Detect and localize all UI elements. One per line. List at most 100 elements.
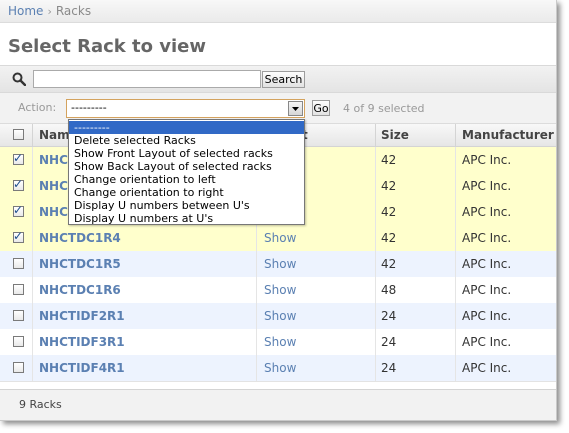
rack-name-link[interactable]: NHC: [39, 153, 68, 167]
action-select-value: ---------: [71, 101, 107, 114]
column-divider: [32, 355, 33, 381]
column-divider: [375, 251, 376, 277]
action-option[interactable]: Change orientation to right: [69, 186, 304, 199]
action-option[interactable]: ---------: [69, 121, 304, 134]
column-header-name[interactable]: Nam: [39, 128, 70, 142]
column-divider: [375, 225, 376, 251]
rack-size: 48: [381, 283, 397, 297]
admin-window: Home › Racks Select Rack to view Search Ac…: [0, 0, 557, 421]
show-layout-link[interactable]: Show: [264, 257, 296, 271]
rack-name-link[interactable]: NHCTDC1R4: [39, 231, 121, 245]
column-divider: [455, 251, 456, 277]
rack-name-link[interactable]: NHCTIDF2R1: [39, 309, 125, 323]
rack-size: 42: [381, 231, 397, 245]
rack-manufacturer: APC Inc.: [462, 205, 512, 219]
column-divider: [455, 147, 456, 173]
table-row: ✓ NHCTDC1R4 Show 42 APC Inc.: [0, 225, 556, 252]
rack-manufacturer: APC Inc.: [462, 257, 512, 271]
column-divider: [32, 124, 33, 146]
rack-size: 42: [381, 153, 397, 167]
breadcrumb-home-link[interactable]: Home: [8, 4, 43, 18]
column-divider: [455, 329, 456, 355]
column-divider: [256, 329, 257, 355]
row-checkbox[interactable]: [13, 362, 24, 373]
column-divider: [256, 251, 257, 277]
action-option[interactable]: Display U numbers at U's: [69, 212, 304, 225]
column-header-size[interactable]: Size: [381, 128, 409, 142]
column-divider: [256, 225, 257, 251]
column-divider: [32, 277, 33, 303]
action-option[interactable]: Delete selected Racks: [69, 134, 304, 147]
checkmark-icon: ✓: [13, 229, 24, 243]
rack-size: 42: [381, 179, 397, 193]
table-row: NHCTDC1R6 Show 48 APC Inc.: [0, 277, 556, 304]
rack-manufacturer: APC Inc.: [462, 283, 512, 297]
show-layout-link[interactable]: Show: [264, 231, 296, 245]
select-all-checkbox[interactable]: [13, 129, 24, 140]
row-checkbox[interactable]: [13, 336, 24, 347]
row-checkbox[interactable]: [13, 284, 24, 295]
row-checkbox[interactable]: [13, 310, 24, 321]
column-divider: [375, 277, 376, 303]
search-toolbar: Search: [0, 65, 556, 93]
breadcrumb-current: Racks: [55, 4, 92, 18]
column-divider: [32, 329, 33, 355]
search-icon: [12, 72, 26, 86]
column-divider: [375, 355, 376, 381]
rack-name-link[interactable]: NHC: [39, 179, 68, 193]
show-layout-link[interactable]: Show: [264, 335, 296, 349]
column-divider: [375, 147, 376, 173]
rack-name-link[interactable]: NHCTDC1R5: [39, 257, 121, 271]
show-layout-link[interactable]: Show: [264, 309, 296, 323]
table-row: NHCTIDF2R1 Show 24 APC Inc.: [0, 303, 556, 330]
show-layout-link[interactable]: Show: [264, 283, 296, 297]
rack-size: 24: [381, 361, 397, 375]
column-divider: [32, 225, 33, 251]
column-divider: [375, 329, 376, 355]
column-divider: [455, 355, 456, 381]
action-option[interactable]: Show Front Layout of selected racks: [69, 147, 304, 160]
selection-counter: 4 of 9 selected: [343, 102, 425, 115]
action-option[interactable]: Change orientation to left: [69, 173, 304, 186]
column-divider: [32, 199, 33, 225]
column-divider: [256, 277, 257, 303]
checkmark-icon: ✓: [13, 203, 24, 217]
rack-size: 42: [381, 257, 397, 271]
page-title: Select Rack to view: [8, 36, 206, 57]
column-divider: [256, 303, 257, 329]
search-button[interactable]: Search: [262, 71, 305, 88]
rack-size: 42: [381, 205, 397, 219]
rack-name-link[interactable]: NHCTDC1R6: [39, 283, 121, 297]
column-header-manufacturer[interactable]: Manufacturer: [462, 128, 554, 142]
show-layout-link[interactable]: Show: [264, 361, 296, 375]
action-label: Action:: [18, 101, 57, 114]
rack-manufacturer: APC Inc.: [462, 231, 512, 245]
row-checkbox[interactable]: [13, 258, 24, 269]
rack-manufacturer: APC Inc.: [462, 309, 512, 323]
row-checkbox[interactable]: ✓: [13, 203, 24, 217]
rack-manufacturer: APC Inc.: [462, 335, 512, 349]
column-divider: [375, 124, 376, 146]
row-checkbox[interactable]: ✓: [13, 229, 24, 243]
action-option[interactable]: Display U numbers between U's: [69, 199, 304, 212]
rack-name-link[interactable]: NHC: [39, 205, 68, 219]
rack-name-link[interactable]: NHCTIDF3R1: [39, 335, 125, 349]
rack-size: 24: [381, 309, 397, 323]
rack-manufacturer: APC Inc.: [462, 361, 512, 375]
action-dropdown-list[interactable]: --------- Delete selected Racks Show Front…: [68, 119, 305, 225]
column-divider: [455, 303, 456, 329]
rack-name-link[interactable]: NHCTIDF4R1: [39, 361, 125, 375]
column-divider: [455, 173, 456, 199]
action-option[interactable]: Show Back Layout of selected racks: [69, 160, 304, 173]
column-divider: [455, 277, 456, 303]
row-checkbox[interactable]: ✓: [13, 177, 24, 191]
column-divider: [375, 303, 376, 329]
breadcrumb-separator: ›: [47, 5, 52, 18]
checkmark-icon: ✓: [13, 151, 24, 165]
row-checkbox[interactable]: ✓: [13, 151, 24, 165]
search-input[interactable]: [33, 70, 261, 88]
go-button[interactable]: Go: [312, 100, 330, 116]
action-select[interactable]: ---------: [66, 99, 305, 118]
chevron-down-icon[interactable]: [288, 101, 303, 116]
column-divider: [32, 173, 33, 199]
